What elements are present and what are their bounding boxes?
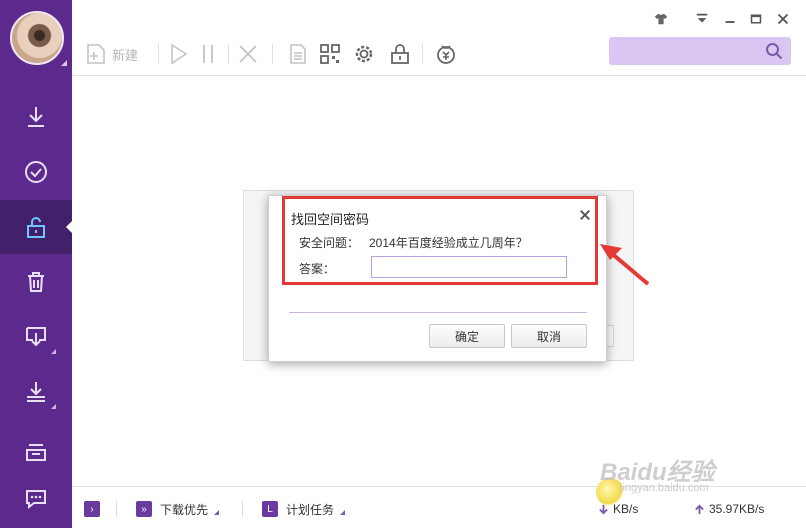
toolbar-divider	[228, 44, 229, 64]
download-priority-button[interactable]: » 下载优先	[136, 500, 220, 518]
minimize-button[interactable]	[722, 11, 738, 27]
settings-button[interactable]	[352, 40, 376, 68]
arrow-up-icon	[695, 504, 704, 514]
toolbar-divider	[272, 44, 273, 64]
scheduled-tasks-button[interactable]: L 计划任务	[262, 500, 346, 518]
download-priority-label: 下载优先	[160, 502, 209, 517]
toolbar-divider	[158, 44, 159, 64]
caret-icon	[214, 509, 220, 515]
check-circle-icon	[25, 161, 47, 183]
qrcode-icon	[320, 44, 340, 64]
sidebar-item-chat[interactable]	[0, 472, 72, 526]
caret-icon	[340, 509, 346, 515]
maximize-button[interactable]	[748, 11, 764, 27]
sidebar-item-private-space[interactable]	[0, 200, 72, 254]
new-task-label: 新建	[112, 47, 139, 63]
avatar-caret-icon	[61, 60, 67, 66]
shirt-icon	[654, 13, 668, 25]
search-icon[interactable]	[765, 42, 783, 60]
play-icon	[171, 43, 188, 65]
caret-icon	[51, 349, 56, 354]
sidebar-item-box[interactable]	[0, 425, 72, 479]
statusbar-divider	[242, 501, 243, 517]
menu-button[interactable]	[694, 11, 710, 27]
download-icon	[28, 107, 44, 127]
new-task-button[interactable]: 新建	[84, 40, 138, 68]
watermark-url: jingyan.baidu.com	[620, 482, 709, 494]
confirm-button[interactable]: 确定	[429, 324, 505, 348]
window-close-button[interactable]	[775, 11, 791, 27]
toolbar: 新建	[72, 0, 806, 76]
new-file-icon	[87, 44, 105, 64]
wealth-button[interactable]	[434, 40, 458, 68]
gear-icon	[355, 45, 373, 63]
install-icon	[27, 382, 45, 402]
start-button[interactable]	[166, 40, 190, 68]
chat-icon	[26, 490, 46, 510]
dialog-divider	[289, 312, 587, 313]
sidebar-item-completed[interactable]	[0, 145, 72, 199]
sidebar-item-install[interactable]	[0, 365, 72, 419]
inbox-icon	[26, 444, 46, 461]
statusbar-divider	[116, 501, 117, 517]
close-icon	[777, 13, 789, 25]
collapse-button[interactable]: ›	[84, 500, 108, 518]
pause-icon	[203, 45, 213, 63]
annotation-highlight-box	[282, 196, 598, 285]
toolbar-divider	[422, 44, 423, 64]
trash-icon	[28, 272, 44, 292]
delete-button[interactable]	[236, 40, 260, 68]
import-icon	[26, 327, 46, 347]
sidebar-item-downloading[interactable]	[0, 90, 72, 144]
delete-x-icon	[239, 45, 257, 63]
qrcode-button[interactable]	[318, 40, 342, 68]
annotation-arrow-icon	[600, 244, 650, 286]
scheduled-tasks-label: 计划任务	[286, 502, 335, 517]
properties-button[interactable]	[286, 40, 310, 68]
upload-speed: 35.97KB/s	[694, 500, 764, 518]
maximize-icon	[750, 14, 762, 24]
clock-icon: L	[262, 501, 278, 517]
sidebar	[0, 0, 72, 528]
lock-button[interactable]	[388, 40, 412, 68]
double-chevron-down-icon: »	[136, 501, 152, 517]
cancel-button[interactable]: 取消	[511, 324, 587, 348]
caret-icon	[51, 404, 56, 409]
search-box[interactable]	[609, 37, 791, 65]
pause-button[interactable]	[196, 40, 220, 68]
sidebar-item-trash[interactable]	[0, 255, 72, 309]
unlock-icon	[27, 217, 45, 238]
sidebar-item-import[interactable]	[0, 310, 72, 364]
document-icon	[290, 44, 306, 64]
dropdown-icon	[696, 13, 708, 23]
skin-button[interactable]	[653, 11, 669, 27]
minimize-icon	[725, 21, 735, 23]
chevron-right-icon: ›	[84, 501, 100, 517]
avatar[interactable]	[10, 11, 64, 65]
lock-icon	[391, 44, 409, 64]
upload-speed-text: 35.97KB/s	[709, 502, 765, 516]
money-bag-icon	[437, 45, 455, 64]
